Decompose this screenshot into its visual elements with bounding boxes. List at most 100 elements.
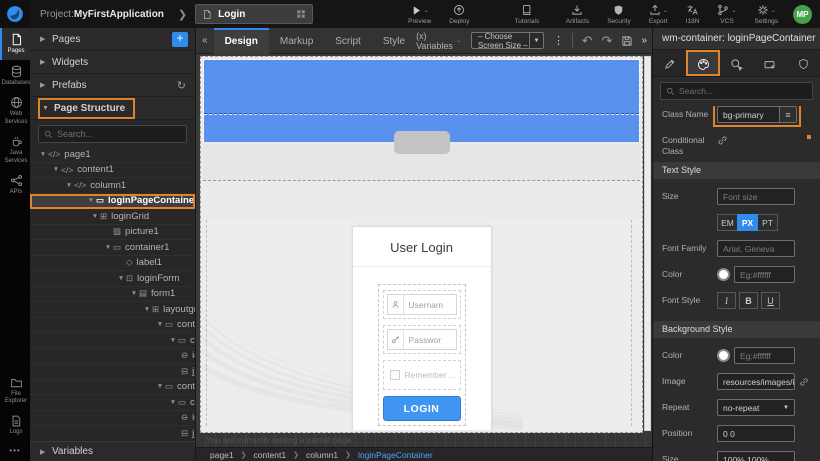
bg-position-input[interactable]: 0 0 bbox=[717, 425, 795, 442]
bg-color-input[interactable]: Eg:#ffffff bbox=[734, 347, 795, 364]
tree-node-column1[interactable]: ▼</>column1 bbox=[30, 178, 195, 194]
rail-item-pages[interactable]: Pages bbox=[0, 28, 30, 60]
vcs-button[interactable]: ⌄ VCS bbox=[717, 4, 736, 25]
bg-size-input[interactable]: 100% 100% bbox=[717, 451, 795, 461]
i18n-button[interactable]: I18N bbox=[686, 4, 700, 25]
tutorials-button[interactable]: Tutorials bbox=[515, 4, 540, 25]
app-logo[interactable] bbox=[0, 0, 30, 28]
tree-node-container[interactable]: ▼▭con bbox=[30, 395, 195, 411]
header-top-section[interactable] bbox=[204, 60, 639, 114]
page-preview[interactable]: User Login Usern bbox=[200, 56, 643, 433]
section-page-structure[interactable]: ▼ Page Structure bbox=[30, 97, 195, 120]
deploy-button[interactable]: Deploy bbox=[449, 4, 469, 25]
undo-icon[interactable]: ↶ bbox=[582, 34, 593, 47]
tree-node-page1[interactable]: ▼</>page1 bbox=[30, 147, 195, 163]
section-pages[interactable]: ▶ Pages + bbox=[30, 28, 195, 51]
tree-node-loginPageContainer[interactable]: ▼▭loginPageContainer bbox=[30, 194, 195, 210]
tab-inspect[interactable] bbox=[720, 50, 753, 76]
italic-button[interactable]: I bbox=[717, 292, 736, 309]
tab-device[interactable] bbox=[753, 50, 786, 76]
rail-item-file-explorer[interactable]: File Explorer bbox=[0, 372, 30, 410]
username-input[interactable]: Usernam bbox=[387, 294, 457, 315]
screen-size-select[interactable]: – Choose Screen Size – ▼ bbox=[471, 32, 544, 49]
remember-row[interactable]: Remember ... bbox=[383, 360, 461, 390]
rail-more-button[interactable]: ••• bbox=[0, 440, 30, 461]
bg-color-swatch[interactable] bbox=[717, 349, 730, 362]
tree-node-j_username[interactable]: ⊟j_us bbox=[30, 364, 195, 380]
section-variables[interactable]: ▶ Variables bbox=[30, 441, 195, 461]
tree-node-container1[interactable]: ▼▭container1 bbox=[30, 240, 195, 256]
tab-design[interactable]: Design bbox=[214, 28, 269, 54]
rail-item-logs[interactable]: Logs bbox=[0, 410, 30, 441]
security-button[interactable]: Security bbox=[607, 4, 630, 25]
user-avatar[interactable]: MP bbox=[793, 5, 812, 24]
tree-node-loginForm[interactable]: ▼⊡loginForm bbox=[30, 271, 195, 287]
bg-image-input[interactable]: resources/images/im bbox=[717, 373, 795, 390]
tree-node-content1[interactable]: ▼</>content1 bbox=[30, 163, 195, 179]
bind-link-icon[interactable] bbox=[799, 377, 809, 387]
properties-search-input[interactable]: Search... bbox=[660, 82, 813, 100]
grid-icon[interactable] bbox=[296, 9, 306, 19]
password-row[interactable]: Passwor bbox=[383, 325, 461, 354]
section-widgets[interactable]: ▶ Widgets bbox=[30, 51, 195, 74]
breadcrumb-content1[interactable]: content1 bbox=[254, 450, 287, 460]
remember-checkbox[interactable] bbox=[390, 370, 400, 380]
canvas-scrollbar[interactable] bbox=[644, 56, 651, 431]
section-prefabs[interactable]: ▶ Prefabs ↻ bbox=[30, 74, 195, 97]
tab-properties[interactable] bbox=[653, 50, 686, 76]
breadcrumb-loginPageContainer[interactable]: loginPageContainer bbox=[358, 450, 433, 460]
font-family-input[interactable]: Arial, Geneva bbox=[717, 240, 795, 257]
header-placeholder-pill[interactable] bbox=[394, 131, 450, 154]
tree-node-container[interactable]: ▼▭contain bbox=[30, 380, 195, 396]
add-page-button[interactable]: + bbox=[172, 32, 188, 47]
rail-item-web-services[interactable]: Web Services bbox=[0, 91, 30, 130]
login-card[interactable]: User Login Usern bbox=[352, 226, 492, 430]
text-color-swatch[interactable] bbox=[717, 268, 730, 281]
structure-search-input[interactable]: Search... bbox=[38, 125, 187, 143]
tree-node-form1[interactable]: ▼▤form1 bbox=[30, 287, 195, 303]
tab-style[interactable]: Style bbox=[372, 28, 416, 54]
login-page-container[interactable]: User Login Usern bbox=[203, 220, 640, 430]
unit-px-button[interactable]: PX bbox=[737, 214, 758, 231]
username-row[interactable]: Usernam bbox=[383, 290, 461, 319]
tree-node-label1[interactable]: ◇label1 bbox=[30, 256, 195, 272]
breadcrumb-page1[interactable]: page1 bbox=[210, 450, 234, 460]
unit-pt-button[interactable]: PT bbox=[757, 214, 778, 231]
redo-icon[interactable]: ↷ bbox=[602, 34, 613, 47]
bold-button[interactable]: B bbox=[739, 292, 758, 309]
artifacts-button[interactable]: Artifacts bbox=[566, 4, 589, 25]
rail-item-java-services[interactable]: Java Services bbox=[0, 130, 30, 169]
underline-button[interactable]: U bbox=[761, 292, 780, 309]
more-options-icon[interactable]: ⋮ bbox=[553, 34, 564, 47]
refresh-icon[interactable]: ↻ bbox=[177, 79, 186, 92]
tab-security[interactable] bbox=[787, 50, 820, 76]
settings-button[interactable]: ⌄ Settings bbox=[755, 4, 779, 25]
variables-dropdown[interactable]: (x) Variables ⌄ bbox=[416, 31, 461, 51]
font-size-input[interactable]: Font size bbox=[717, 188, 795, 205]
rail-item-apis[interactable]: APIs bbox=[0, 169, 30, 201]
rail-item-databases[interactable]: Databases bbox=[0, 60, 30, 92]
tree-node-loginGrid[interactable]: ▼⊞loginGrid bbox=[30, 209, 195, 225]
login-button[interactable]: LOGIN bbox=[383, 396, 461, 421]
collapse-left-panel-icon[interactable]: « bbox=[202, 35, 208, 46]
tree-node-layoutgrid2[interactable]: ▼⊞layoutgrid2 bbox=[30, 302, 195, 318]
tree-node-container[interactable]: ▼▭con bbox=[30, 333, 195, 349]
text-color-input[interactable]: Eg:#ffffff bbox=[734, 266, 795, 283]
page-tab-login[interactable]: Login bbox=[195, 4, 313, 24]
login-form[interactable]: Usernam bbox=[378, 284, 466, 426]
tree-node-icon[interactable]: ⊖ico bbox=[30, 411, 195, 427]
bind-link-icon[interactable] bbox=[717, 135, 728, 146]
breadcrumb-column1[interactable]: column1 bbox=[306, 450, 338, 460]
tree-node-j_password[interactable]: ⊟j_pa bbox=[30, 426, 195, 441]
unit-em-button[interactable]: EM bbox=[717, 214, 738, 231]
tab-styles[interactable] bbox=[686, 50, 719, 76]
tree-node-icon[interactable]: ⊖ico bbox=[30, 349, 195, 365]
bg-repeat-select[interactable]: no-repeat ▼ bbox=[717, 399, 795, 416]
tree-node-container[interactable]: ▼▭contain bbox=[30, 318, 195, 334]
login-page-header-block[interactable] bbox=[203, 59, 640, 142]
tab-script[interactable]: Script bbox=[324, 28, 372, 54]
save-icon[interactable] bbox=[621, 35, 633, 47]
export-button[interactable]: ⌄ Export bbox=[649, 4, 668, 25]
class-name-input[interactable]: bg-primary bbox=[717, 106, 779, 123]
preview-button[interactable]: ⌄ Preview bbox=[408, 4, 431, 25]
